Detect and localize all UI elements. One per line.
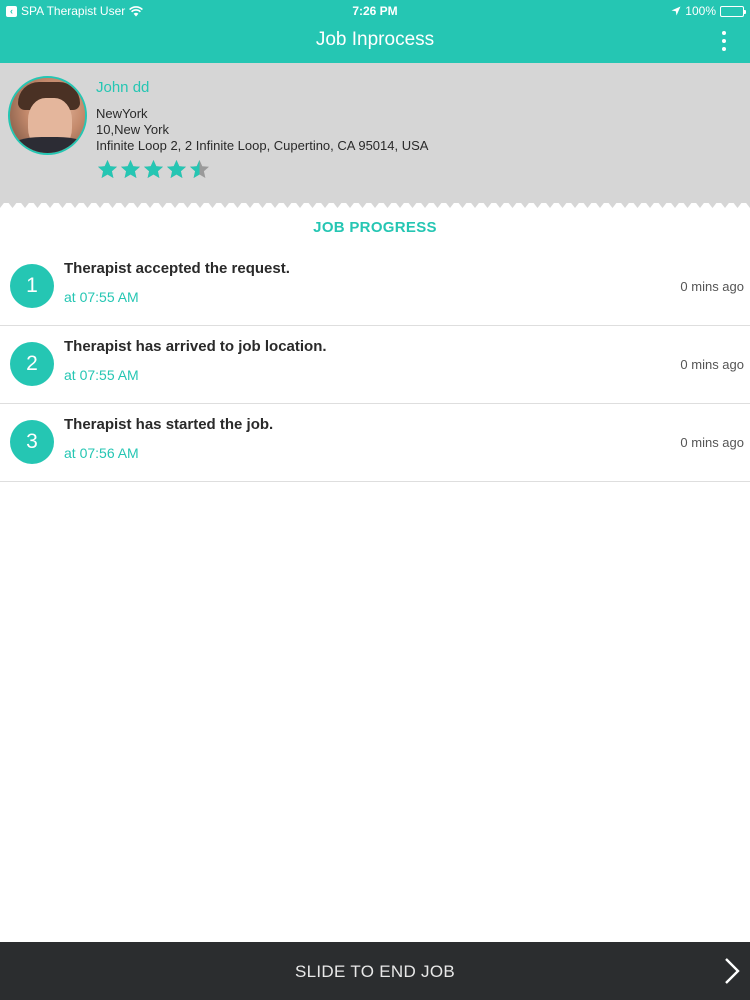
status-right: 100%	[671, 4, 746, 18]
star-icon	[144, 160, 163, 178]
job-progress-heading: JOB PROGRESS	[313, 219, 437, 236]
avatar[interactable]	[8, 76, 87, 155]
progress-row: 3 Therapist has started the job. at 07:5…	[0, 404, 750, 482]
step-number-badge: 2	[10, 342, 54, 386]
slide-to-end-job[interactable]: SLIDE TO END JOB	[0, 942, 750, 1000]
rating-stars	[97, 159, 210, 180]
app-header: ‹ SPA Therapist User 7:26 PM 100% Job In…	[0, 0, 750, 63]
page-title: Job Inprocess	[315, 29, 435, 50]
step-elapsed: 0 mins ago	[680, 435, 744, 450]
battery-percent: 100%	[685, 4, 716, 18]
zigzag-divider	[0, 198, 750, 208]
client-profile-card: John dd NewYork 10,New York Infinite Loo…	[0, 63, 750, 203]
step-elapsed: 0 mins ago	[680, 279, 744, 294]
more-options-button[interactable]	[720, 31, 728, 51]
client-name: John dd	[96, 79, 150, 96]
step-time: at 07:55 AM	[64, 367, 139, 383]
client-address-line2: Infinite Loop 2, 2 Infinite Loop, Cupert…	[96, 138, 429, 153]
battery-icon	[720, 5, 746, 17]
client-address-line1: 10,New York	[96, 122, 169, 137]
star-icon	[121, 160, 140, 178]
step-title: Therapist accepted the request.	[64, 260, 290, 277]
step-time: at 07:56 AM	[64, 445, 139, 461]
progress-row: 1 Therapist accepted the request. at 07:…	[0, 248, 750, 326]
step-number-badge: 3	[10, 420, 54, 464]
progress-list: 1 Therapist accepted the request. at 07:…	[0, 248, 750, 482]
slide-label: SLIDE TO END JOB	[294, 962, 456, 981]
step-time: at 07:55 AM	[64, 289, 139, 305]
location-arrow-icon	[671, 6, 681, 16]
step-title: Therapist has arrived to job location.	[64, 338, 327, 355]
step-elapsed: 0 mins ago	[680, 357, 744, 372]
client-city: NewYork	[96, 106, 148, 121]
step-title: Therapist has started the job.	[64, 416, 274, 433]
step-number-badge: 1	[10, 264, 54, 308]
star-icon	[167, 160, 186, 178]
star-icon	[190, 160, 209, 178]
status-bar: ‹ SPA Therapist User 7:26 PM 100%	[0, 0, 750, 22]
star-icon	[98, 160, 117, 178]
more-vertical-icon	[722, 31, 726, 35]
status-time: 7:26 PM	[352, 4, 398, 18]
progress-row: 2 Therapist has arrived to job location.…	[0, 326, 750, 404]
chevron-right-icon[interactable]	[722, 956, 742, 986]
